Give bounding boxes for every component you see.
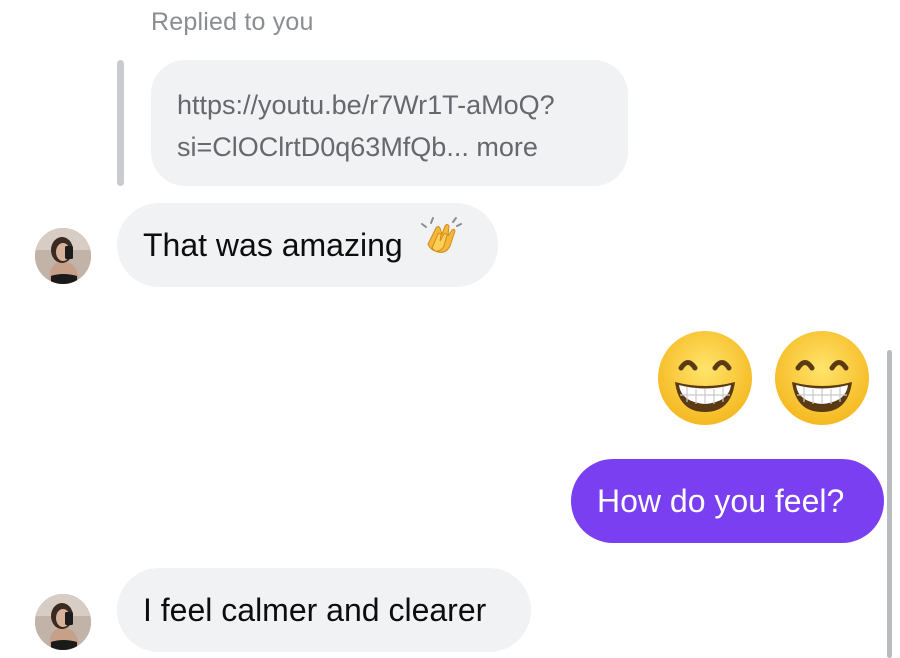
grinning-face-icon[interactable] [772,328,872,433]
avatar-photo [35,228,91,284]
avatar[interactable] [35,228,91,284]
quoted-link-line-2[interactable]: si=ClOClrtD0q63MfQb... more [177,126,602,168]
message-text: I feel calmer and clearer [143,592,487,628]
quoted-link-line-1[interactable]: https://youtu.be/r7Wr1T-aMoQ? [177,84,602,126]
avatar-photo [35,594,91,650]
incoming-message-bubble[interactable]: That was amazing [117,203,498,287]
message-text: That was amazing [143,227,403,263]
clapping-hands-icon [420,203,462,287]
chat-thread: Replied to you https://youtu.be/r7Wr1T-a… [0,0,900,658]
avatar[interactable] [35,594,91,650]
grinning-face-icon[interactable] [655,328,755,433]
incoming-message-bubble[interactable]: I feel calmer and clearer [117,568,531,652]
outgoing-message-bubble[interactable]: How do you feel? [571,459,884,543]
quoted-message-bubble[interactable]: https://youtu.be/r7Wr1T-aMoQ? si=ClOClrt… [151,60,628,186]
reply-label: Replied to you [151,8,314,36]
scrollbar[interactable] [887,350,892,658]
message-text: How do you feel? [597,483,845,519]
reply-quote-bar [117,60,124,186]
